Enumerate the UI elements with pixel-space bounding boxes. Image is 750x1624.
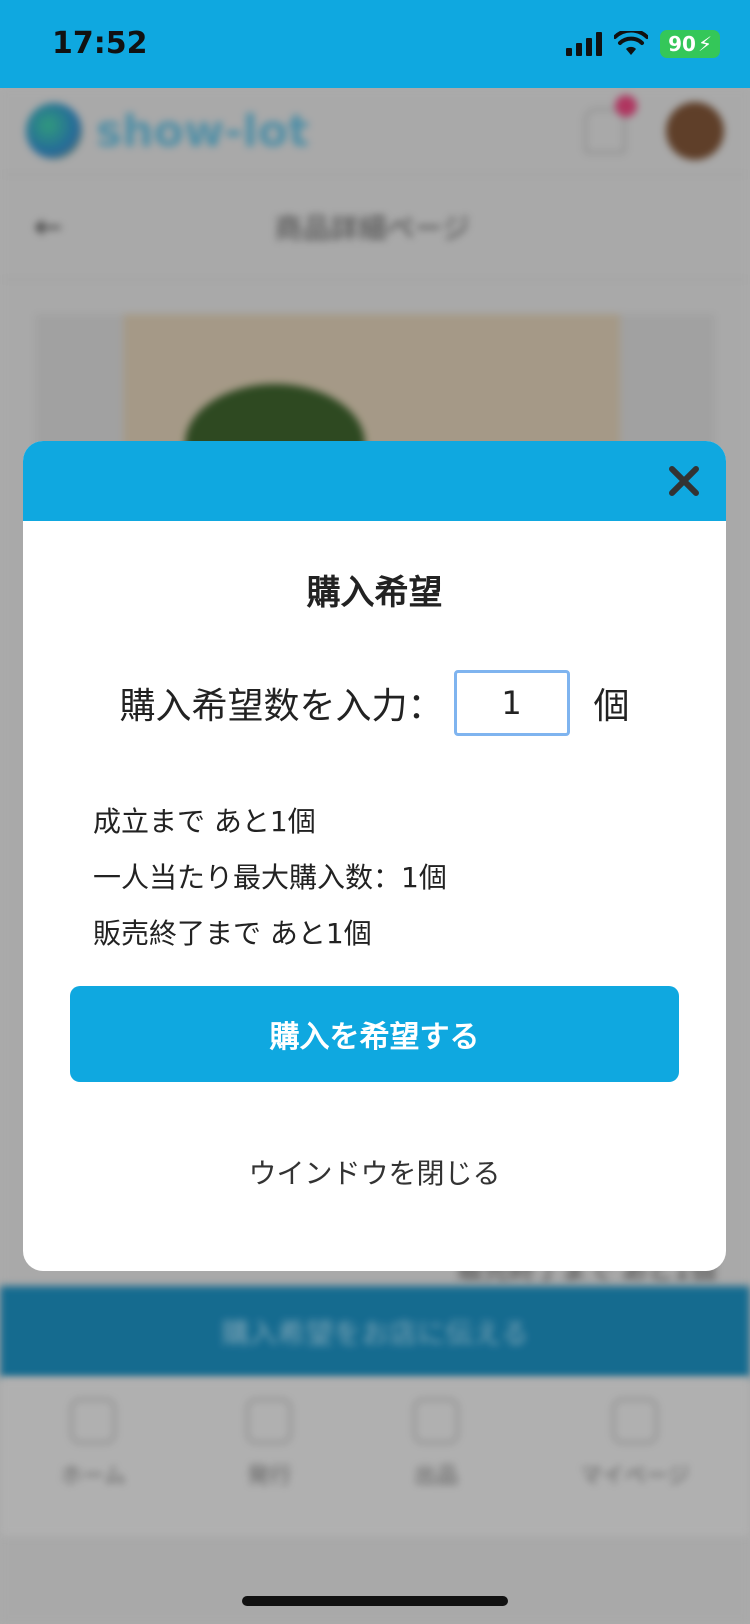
purchase-request-modal: 購入希望 購入希望数を入力： 個 成立まで あと1個 一人当たり最大購入数：1個…	[23, 441, 726, 1271]
close-icon[interactable]	[660, 457, 708, 505]
quantity-label: 購入希望数を入力：	[119, 686, 444, 727]
home-indicator[interactable]	[242, 1596, 508, 1606]
quantity-input[interactable]	[453, 670, 570, 736]
info-max-per-person: 一人当たり最大購入数：1個	[93, 861, 447, 894]
battery-level: 90	[668, 32, 696, 56]
quantity-row: 購入希望数を入力： 個	[23, 670, 726, 736]
status-time: 17:52	[52, 26, 148, 61]
info-remaining-to-end: 販売終了まで あと1個	[93, 917, 372, 950]
close-window-link[interactable]: ウインドウを閉じる	[23, 1152, 726, 1192]
wifi-icon	[614, 31, 649, 55]
purchase-info: 成立まで あと1個 一人当たり最大購入数：1個 販売終了まで あと1個	[93, 794, 726, 962]
modal-header	[23, 441, 726, 521]
cellular-signal-icon	[566, 32, 603, 56]
quantity-unit: 個	[593, 686, 630, 727]
battery-icon: 90 ⚡	[660, 30, 720, 58]
request-purchase-button[interactable]: 購入を希望する	[70, 986, 679, 1082]
status-bar: 17:52 90 ⚡	[0, 0, 750, 88]
status-icons: 90 ⚡	[566, 30, 720, 58]
modal-title: 購入希望	[306, 573, 443, 613]
info-remaining-to-success: 成立まで あと1個	[93, 805, 316, 838]
